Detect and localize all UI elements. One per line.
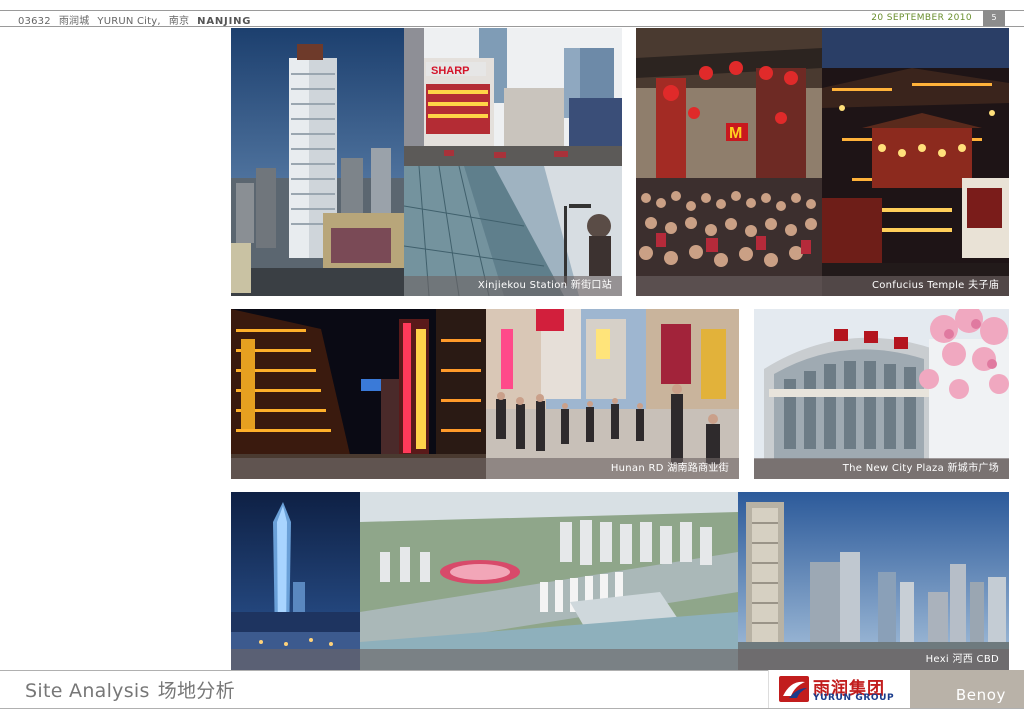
caption-hunan-rd: Hunan RD 湖南路商业街 (231, 458, 739, 479)
photo-sharp-street-art: SHARP (404, 28, 622, 166)
section-title-cn: 场地分析 (157, 680, 235, 702)
photo-new-city-plaza-art (754, 309, 1009, 479)
photo-confucius-street-art: M (636, 28, 822, 296)
header-rule-bottom (0, 26, 1024, 27)
photo-hexi-aerial-art (360, 492, 738, 670)
photo-hunan-rd-street (486, 309, 739, 479)
section-title-en: Site Analysis (25, 680, 150, 702)
caption-hexi-cbd: Hexi 河西 CBD (231, 649, 1009, 670)
photo-hexi-tower-art (231, 492, 360, 670)
photo-hunan-night-art (231, 309, 486, 479)
project-line: 03632 雨润城 YURUN City, 南京 NANJING (18, 12, 259, 27)
yurun-logo-en: YURUN GROUP (813, 693, 895, 703)
caption-new-city-plaza: The New City Plaza 新城市广场 (754, 458, 1009, 479)
caption-xinjiekou-station: Xinjiekou Station 新街口站 (404, 276, 622, 296)
sharp-sign-text: SHARP (431, 65, 470, 77)
photo-hunan-street-art (486, 309, 739, 479)
yurun-logo: 雨润集团 YURUN GROUP (768, 670, 910, 708)
section-title: Site Analysis 场地分析 (25, 676, 235, 703)
photo-hexi-cbd-art (738, 492, 1009, 670)
photo-hexi-tower-rendering (231, 492, 360, 670)
photo-hunan-rd-night (231, 309, 486, 479)
photo-xinjiekou-tower-art (231, 28, 404, 296)
header-rule-top (0, 10, 1024, 11)
document-date: 20 SEPTEMBER 2010 (871, 13, 972, 23)
footer-rule-bottom (0, 708, 1024, 709)
page-header: 03632 雨润城 YURUN City, 南京 NANJING 20 SEPTEMBE… (0, 0, 1024, 30)
photo-confucius-night (822, 28, 1009, 296)
photo-new-city-plaza (754, 309, 1009, 479)
photo-confucius-night-art (822, 28, 1009, 296)
photo-hexi-aerial (360, 492, 738, 670)
photo-xinjiekou-sharp-street: SHARP (404, 28, 622, 166)
photo-xinjiekou-tower (231, 28, 404, 296)
yurun-logo-icon (779, 676, 809, 702)
page-number: 5 (983, 10, 1005, 26)
photo-hexi-cbd (738, 492, 1009, 670)
photo-confucius-street: M (636, 28, 822, 296)
benoy-brand: Benoy (910, 670, 1024, 708)
caption-confucius-temple: Confucius Temple 夫子庙 (636, 276, 1009, 296)
svg-text:M: M (729, 125, 742, 142)
